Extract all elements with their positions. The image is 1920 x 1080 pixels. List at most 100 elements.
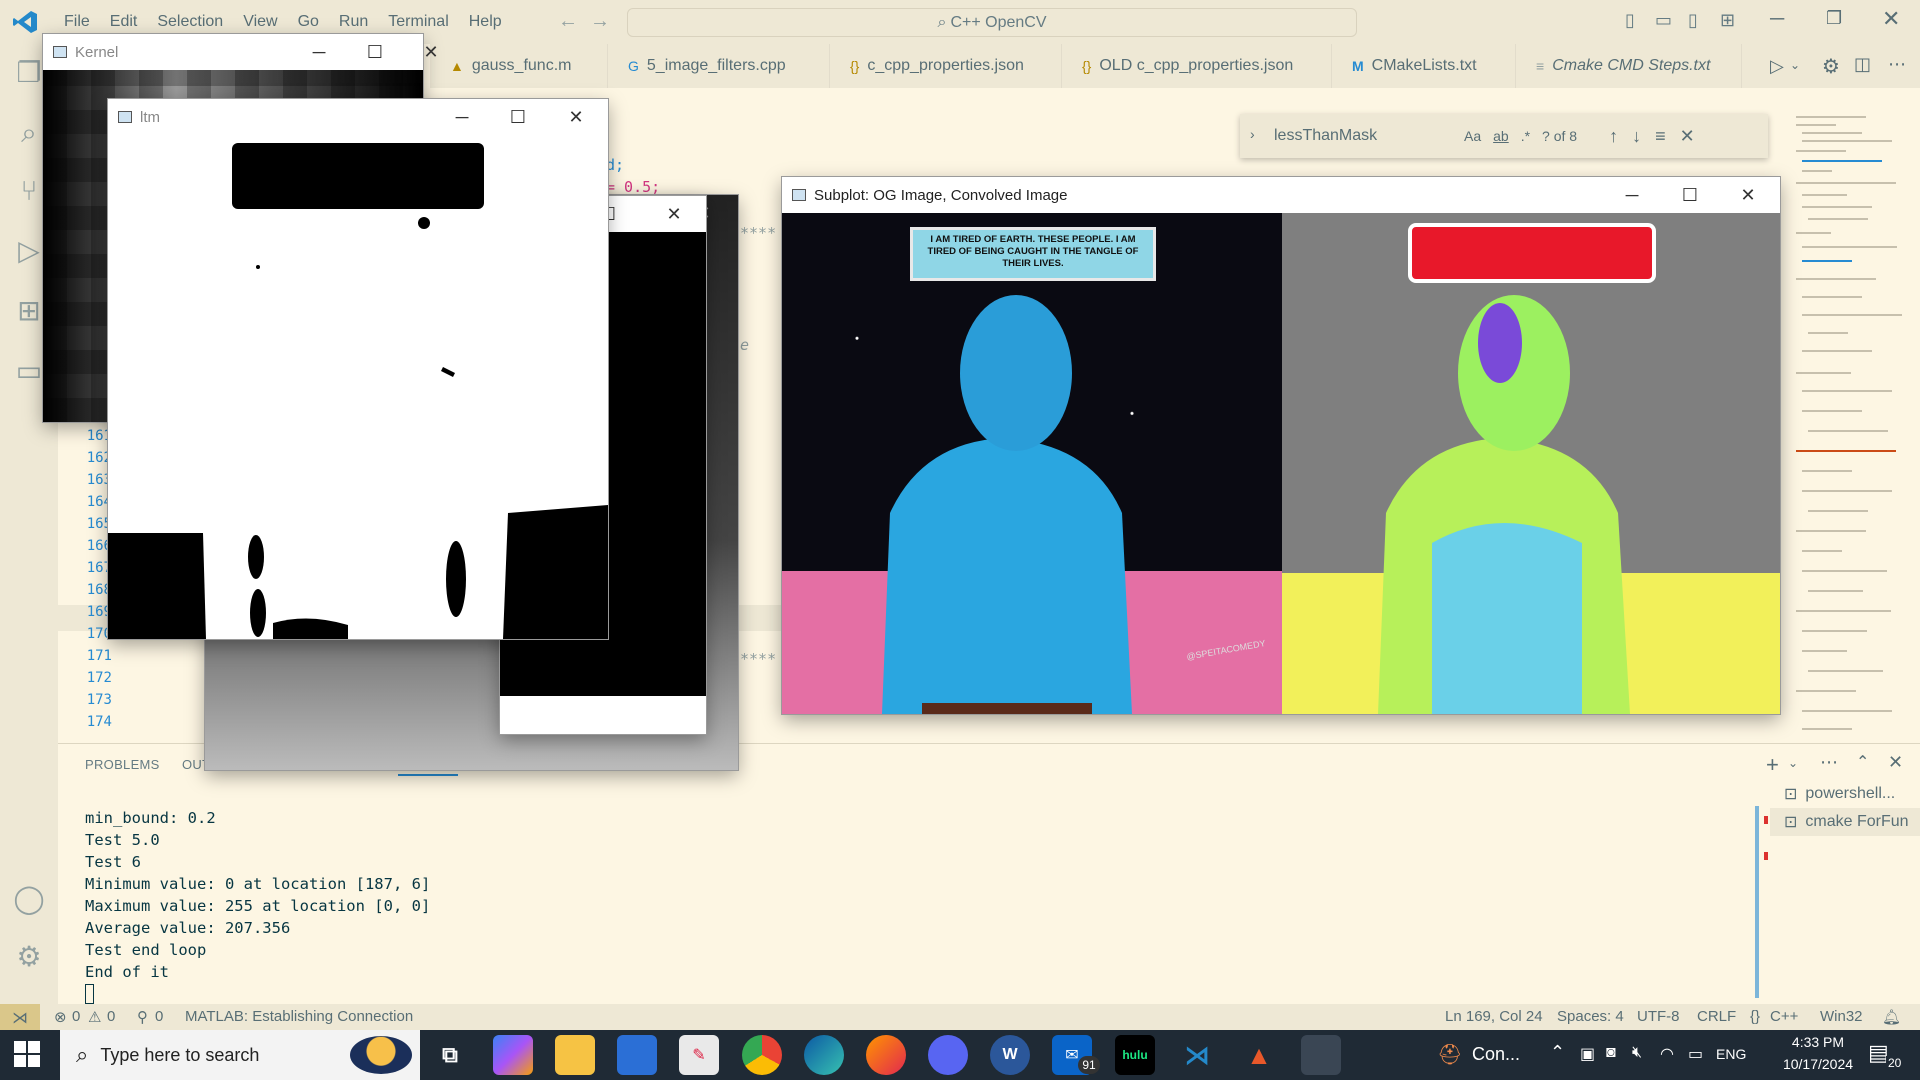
word-icon[interactable]: W [990, 1035, 1030, 1075]
more-actions-icon[interactable]: ⋯ [1888, 54, 1906, 75]
terminal-item-cmake[interactable]: ⊡ cmake ForFun [1770, 808, 1920, 836]
notifications-bell-icon[interactable]: 🔔︎ [1882, 1008, 1901, 1026]
minimize-icon[interactable]: ─ [291, 34, 347, 70]
hulu-icon[interactable]: hulu [1115, 1035, 1155, 1075]
meet-now-icon[interactable]: ▣ [1580, 1044, 1595, 1064]
new-terminal-icon[interactable]: + [1766, 752, 1779, 778]
command-center[interactable]: ⌕ C++ OpenCV [627, 8, 1357, 37]
minimize-icon[interactable]: ─ [1604, 177, 1660, 213]
settings-gear-icon[interactable]: ⚙ [12, 940, 46, 974]
menu-file[interactable]: File [54, 13, 100, 31]
platform-config[interactable]: Win32 [1820, 1008, 1863, 1025]
close-icon[interactable]: ✕ [1882, 6, 1900, 32]
terminal-output[interactable]: min_bound: 0.2 Test 5.0 Test 6 Minimum v… [85, 807, 430, 1004]
task-view-icon[interactable]: ⧉ [430, 1035, 470, 1075]
extensions-icon[interactable]: ⊞ [12, 294, 46, 328]
close-icon[interactable]: ✕ [403, 34, 459, 70]
regex-toggle[interactable]: .* [1521, 128, 1530, 144]
edge-icon[interactable] [804, 1035, 844, 1075]
toggle-sidebar-icon[interactable]: ▯ [1625, 10, 1635, 31]
subplot-window[interactable]: Subplot: OG Image, Convolved Image ─ ☐ ✕… [782, 177, 1780, 714]
windows-start-icon[interactable] [14, 1041, 40, 1067]
paint-icon[interactable]: ✎ [679, 1035, 719, 1075]
microsoft-store-icon[interactable] [617, 1035, 657, 1075]
language-indicator[interactable]: ENG [1716, 1046, 1746, 1062]
close-find-icon[interactable]: ✕ [1680, 126, 1695, 147]
menu-selection[interactable]: Selection [147, 13, 233, 31]
language-mode[interactable]: C++ [1770, 1008, 1798, 1025]
line-endings[interactable]: CRLF [1697, 1008, 1736, 1025]
split-editor-icon[interactable]: ◫ [1854, 54, 1871, 75]
menu-help[interactable]: Help [459, 13, 512, 31]
gear-icon[interactable]: ⚙ [1822, 54, 1840, 79]
maximize-icon[interactable]: ☐ [490, 99, 546, 135]
copilot-icon[interactable] [493, 1035, 533, 1075]
menu-edit[interactable]: Edit [100, 13, 148, 31]
clock-time[interactable]: 4:33 PM [1778, 1034, 1858, 1050]
whole-word-toggle[interactable]: ab [1493, 128, 1509, 144]
toggle-secondary-sidebar-icon[interactable]: ▯ [1688, 10, 1698, 31]
maximize-icon[interactable]: ☐ [347, 34, 403, 70]
file-explorer-icon[interactable] [555, 1035, 595, 1075]
customize-layout-icon[interactable]: ⊞ [1720, 10, 1735, 31]
restore-icon[interactable]: ❐ [1826, 8, 1842, 29]
explorer-icon[interactable]: ❐ [12, 56, 46, 90]
chevron-up-icon[interactable]: ⌃ [1550, 1042, 1565, 1063]
terminal-item-powershell[interactable]: ⊡ powershell... [1770, 780, 1920, 808]
search-icon[interactable]: ⌕ [12, 116, 46, 150]
run-icon[interactable]: ▷ [1770, 56, 1784, 77]
menu-go[interactable]: Go [288, 13, 329, 31]
find-in-selection-icon[interactable]: ≡ [1655, 126, 1666, 147]
forward-arrow-icon[interactable]: → [590, 10, 610, 33]
clock-date[interactable]: 10/17/2024 [1772, 1056, 1864, 1072]
menu-run[interactable]: Run [329, 13, 378, 31]
volume-muted-icon[interactable]: 🔇︎ [1632, 1044, 1642, 1062]
vscode-taskbar-icon[interactable]: ⋊ [1177, 1035, 1217, 1075]
minimap[interactable] [1790, 110, 1908, 740]
minimize-icon[interactable]: ─ [434, 99, 490, 135]
opencv-window-icon[interactable] [1301, 1035, 1341, 1075]
tab-cmake-cmd-steps[interactable]: ≡ Cmake CMD Steps.txt [1516, 44, 1742, 88]
previous-match-icon[interactable]: ↑ [1609, 126, 1618, 147]
close-icon[interactable]: ✕ [646, 196, 702, 232]
ports-count[interactable]: 0 [155, 1008, 163, 1025]
back-arrow-icon[interactable]: ← [558, 10, 578, 33]
next-match-icon[interactable]: ↓ [1632, 126, 1641, 147]
taskbar-search[interactable]: ⌕ Type here to search [60, 1030, 420, 1080]
close-icon[interactable]: ✕ [548, 99, 604, 135]
tab-image-filters[interactable]: G 5_image_filters.cpp [608, 44, 830, 88]
matlab-status[interactable]: MATLAB: Establishing Connection [185, 1008, 413, 1025]
cursor-position[interactable]: Ln 169, Col 24 [1445, 1008, 1543, 1025]
maximize-icon[interactable]: ☐ [1662, 177, 1718, 213]
menu-terminal[interactable]: Terminal [378, 13, 458, 31]
toggle-replace-icon[interactable]: › [1250, 126, 1255, 142]
vscode-logo-icon[interactable] [12, 10, 38, 34]
match-case-toggle[interactable]: Aa [1464, 128, 1481, 144]
ltm-window[interactable]: ltm ─ ☐ ✕ [108, 99, 608, 639]
close-icon[interactable]: ✕ [1720, 177, 1776, 213]
webcam-icon[interactable]: ◙ [1606, 1044, 1616, 1062]
matlab-icon[interactable]: ▲ [1239, 1035, 1279, 1075]
close-panel-icon[interactable]: ✕ [1888, 752, 1903, 773]
encoding[interactable]: UTF-8 [1637, 1008, 1680, 1025]
menu-view[interactable]: View [233, 13, 287, 31]
chevron-down-icon[interactable]: ⌄ [1788, 756, 1798, 770]
source-control-icon[interactable]: ⑂ [12, 174, 46, 208]
wifi-icon[interactable]: ◠ [1660, 1044, 1674, 1064]
battery-icon[interactable]: ▭ [1688, 1044, 1703, 1064]
chevron-down-icon[interactable]: ⌄ [1790, 58, 1800, 72]
error-count[interactable]: 0 [72, 1008, 80, 1025]
warning-count[interactable]: 0 [107, 1008, 115, 1025]
find-input[interactable]: lessThanMask [1274, 127, 1464, 145]
more-actions-icon[interactable]: ⋯ [1820, 752, 1838, 773]
tab-old-c-cpp-properties[interactable]: {} OLD c_cpp_properties.json [1062, 44, 1332, 88]
toggle-panel-icon[interactable]: ▭ [1655, 10, 1672, 31]
tab-problems[interactable]: PROBLEMS [85, 757, 160, 772]
maximize-panel-icon[interactable]: ⌃ [1856, 752, 1869, 772]
tab-c-cpp-properties[interactable]: {} c_cpp_properties.json [830, 44, 1062, 88]
tab-cmakelists[interactable]: M CMakeLists.txt [1332, 44, 1516, 88]
running-app-label[interactable]: Con... [1472, 1044, 1520, 1065]
run-debug-icon[interactable]: ▷ [12, 234, 46, 268]
discord-icon[interactable] [928, 1035, 968, 1075]
indentation[interactable]: Spaces: 4 [1557, 1008, 1624, 1025]
